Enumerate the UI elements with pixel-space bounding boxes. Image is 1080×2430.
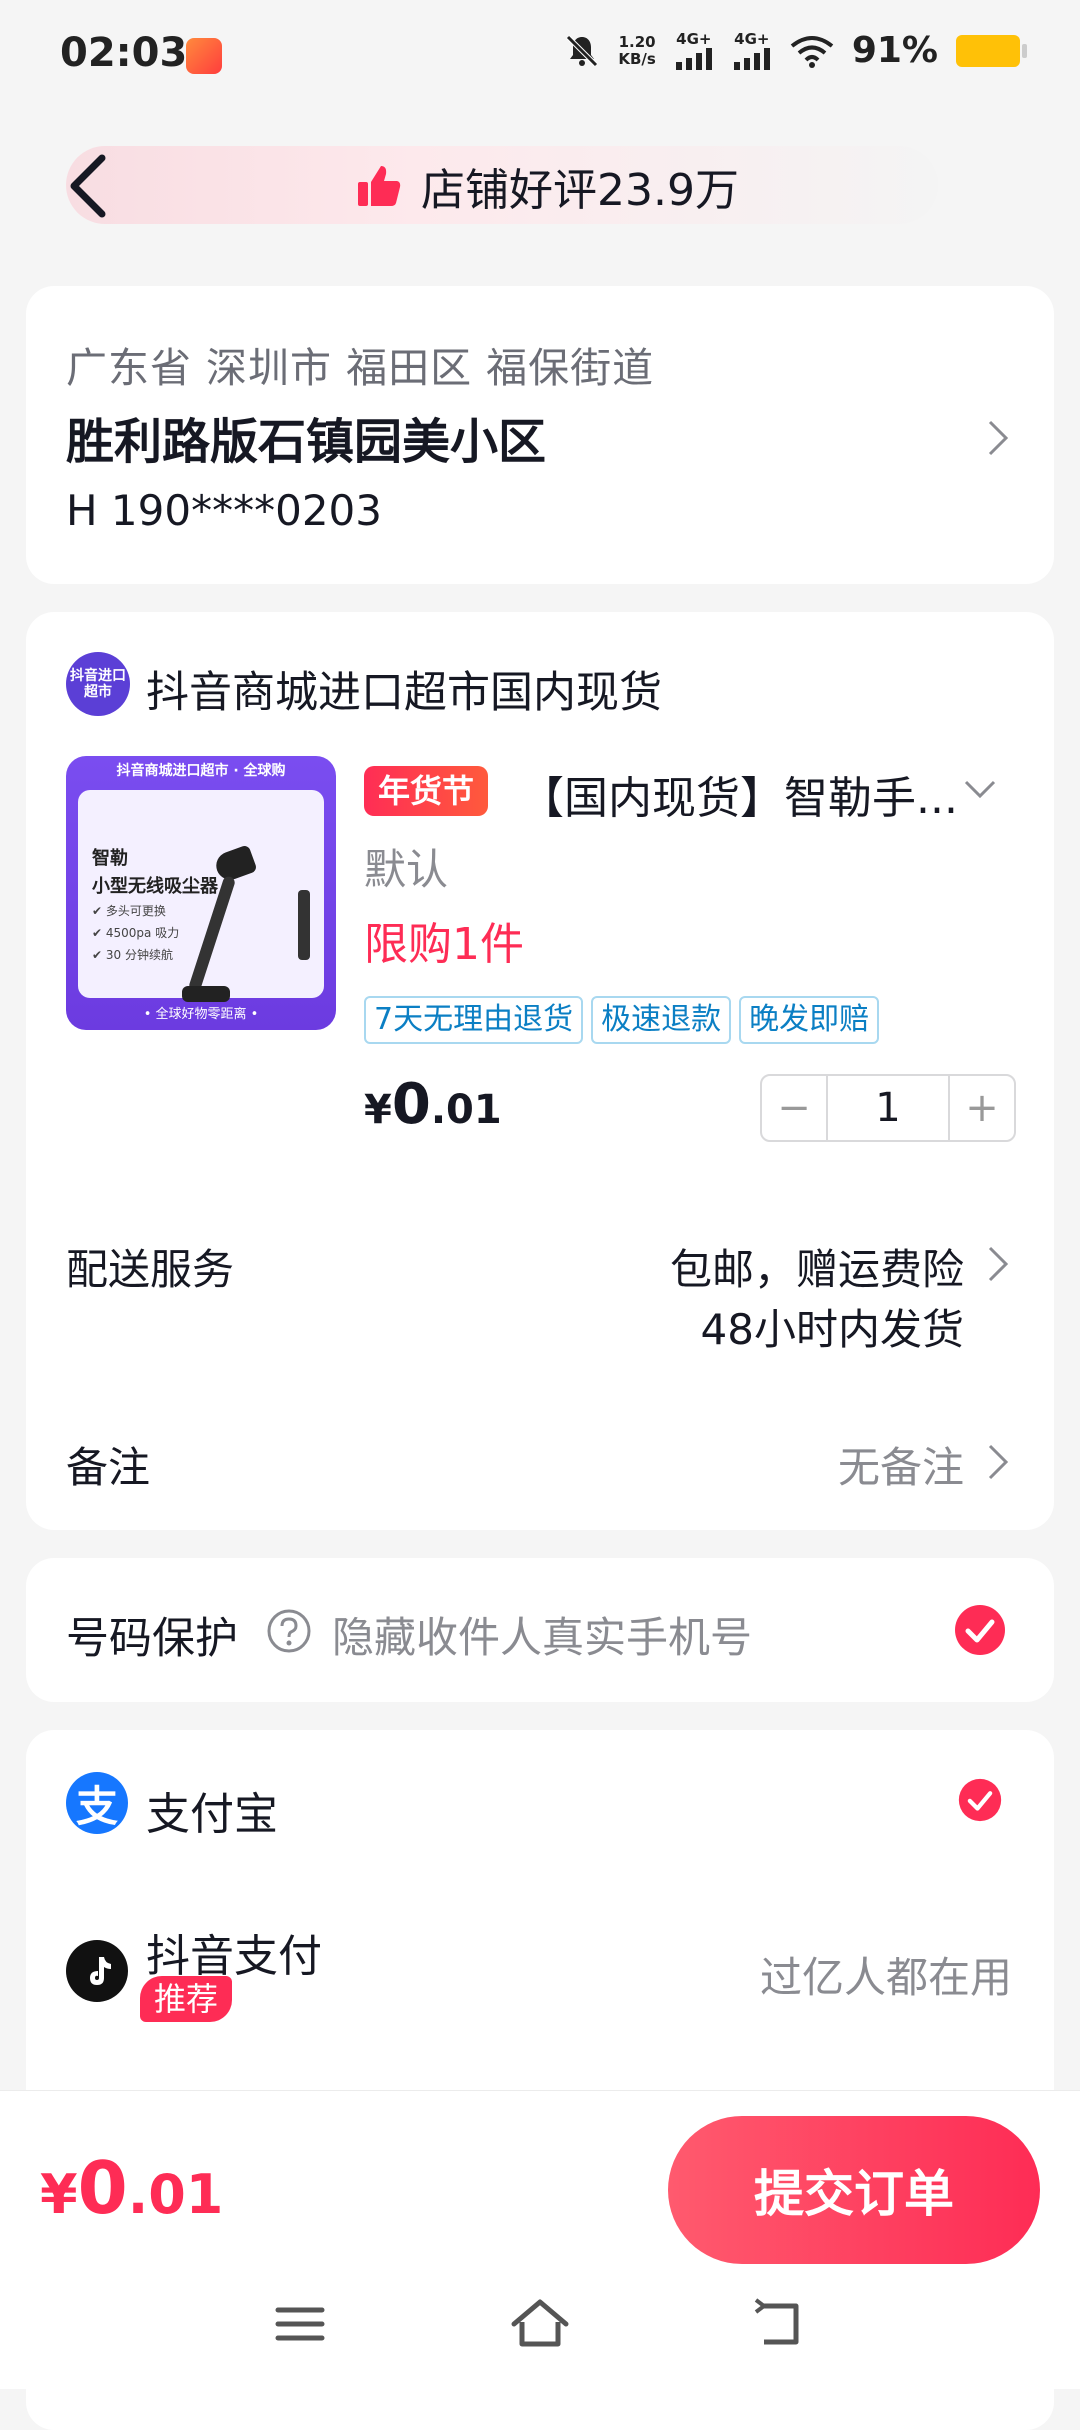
- signal-bars-icon: [675, 48, 712, 70]
- chevron-right-icon[interactable]: [986, 1244, 1010, 1284]
- decrement-button[interactable]: −: [762, 1076, 826, 1140]
- phone-protection-desc: 隐藏收件人真实手机号: [332, 1613, 753, 1662]
- thumbs-up-icon: [358, 166, 401, 206]
- total-price: ¥0.01: [40, 2146, 224, 2230]
- address-contact: H 190****0203: [66, 486, 382, 535]
- alipay-label[interactable]: 支付宝: [146, 1778, 278, 1842]
- shop-logo: 抖音进口超市: [66, 652, 130, 716]
- product-image-feature: ✔ 4500pa 吸力: [92, 926, 180, 940]
- product-image-top-text: 抖音商城进口超市 · 全球购: [116, 763, 286, 779]
- address-region: 广东省 深圳市 福田区 福保街道: [66, 344, 655, 392]
- address-detail: 胜利路版石镇园美小区: [66, 414, 547, 470]
- service-tag: 晚发即赔: [739, 996, 880, 1044]
- checked-icon[interactable]: [954, 1604, 1006, 1656]
- delivery-label: 配送服务: [66, 1245, 235, 1294]
- signal-4g-1: 4G+: [674, 31, 714, 70]
- wifi-icon: [790, 35, 834, 68]
- service-tag: 极速退款: [591, 996, 732, 1044]
- service-tags: 7天无理由退货 极速退款 晚发即赔: [364, 996, 880, 1044]
- product-image-bottom-text: • 全球好物零距离 •: [143, 1007, 259, 1022]
- douyin-pay-label[interactable]: 抖音支付: [146, 1920, 322, 1984]
- phone-protection-label: 号码保护: [66, 1614, 238, 1664]
- order-card: [26, 612, 1054, 1530]
- recommend-badge: 推荐: [140, 1976, 233, 2022]
- status-bar: 02:03 1.20 KB/s 4G+ 4G+ 91%: [0, 0, 1080, 120]
- submit-order-button[interactable]: 提交订单: [668, 2116, 1040, 2264]
- help-icon[interactable]: [266, 1608, 312, 1654]
- service-tag: 7天无理由退货: [364, 996, 584, 1044]
- net-speed: 1.20 KB/s: [618, 32, 656, 68]
- product-image-feature: ✔ 多头可更换: [92, 904, 166, 918]
- product-title[interactable]: 【国内现货】智勒手...: [520, 762, 958, 826]
- festival-tag: 年货节: [364, 766, 489, 816]
- product-spec[interactable]: 默认: [364, 836, 448, 897]
- delivery-value[interactable]: 包邮，赠运费险: [670, 1236, 964, 1297]
- increment-button[interactable]: +: [950, 1076, 1014, 1140]
- chevron-right-icon[interactable]: [986, 1442, 1010, 1482]
- delivery-time: 48小时内发货: [700, 1305, 964, 1354]
- quantity-value[interactable]: 1: [826, 1076, 950, 1140]
- battery-percent: 91%: [851, 30, 938, 71]
- alipay-icon: 支: [66, 1772, 128, 1834]
- chevron-right-icon[interactable]: [986, 418, 1010, 458]
- note-label: 备注: [66, 1443, 151, 1492]
- app-notification-icon: [186, 38, 222, 74]
- product-image-name: 小型无线吸尘器: [92, 876, 218, 897]
- product-image-brand: 智勒: [92, 848, 128, 869]
- radio-selected-icon[interactable]: [958, 1778, 1002, 1822]
- battery-icon: [956, 34, 1027, 67]
- chevron-down-icon[interactable]: [960, 776, 1000, 802]
- menu-icon[interactable]: [270, 2298, 330, 2350]
- mute-bell-icon: [566, 34, 599, 67]
- product-image-feature: ✔ 30 分钟续航: [92, 948, 173, 962]
- status-icons: 1.20 KB/s 4G+ 4G+ 91%: [564, 30, 1027, 71]
- shop-praise: 店铺好评23.9万: [355, 154, 739, 218]
- back-nav-icon[interactable]: [750, 2298, 810, 2350]
- signal-bars-icon: [733, 48, 770, 70]
- status-time: 02:03: [60, 30, 188, 76]
- purchase-limit: 限购1件: [364, 919, 524, 970]
- shop-name[interactable]: 抖音商城进口超市国内现货: [146, 658, 662, 720]
- quantity-stepper: − 1 +: [760, 1074, 1016, 1142]
- douyin-pay-icon: [66, 1940, 128, 2002]
- douyin-note-icon: [90, 1957, 111, 1985]
- product-price: ¥0.01: [364, 1072, 502, 1137]
- douyin-pay-desc: 过亿人都在用: [759, 1953, 1012, 2002]
- product-image[interactable]: 抖音商城进口超市 · 全球购 智勒 小型无线吸尘器 ✔ 多头可更换 ✔ 4500…: [66, 756, 336, 1030]
- home-icon[interactable]: [510, 2298, 570, 2350]
- vacuum-illustration: [212, 844, 258, 884]
- note-value[interactable]: 无备注: [838, 1434, 964, 1495]
- back-arrow-icon[interactable]: [62, 150, 122, 222]
- signal-4g-2: 4G+: [732, 31, 772, 70]
- praise-text: 店铺好评23.9万: [421, 165, 739, 216]
